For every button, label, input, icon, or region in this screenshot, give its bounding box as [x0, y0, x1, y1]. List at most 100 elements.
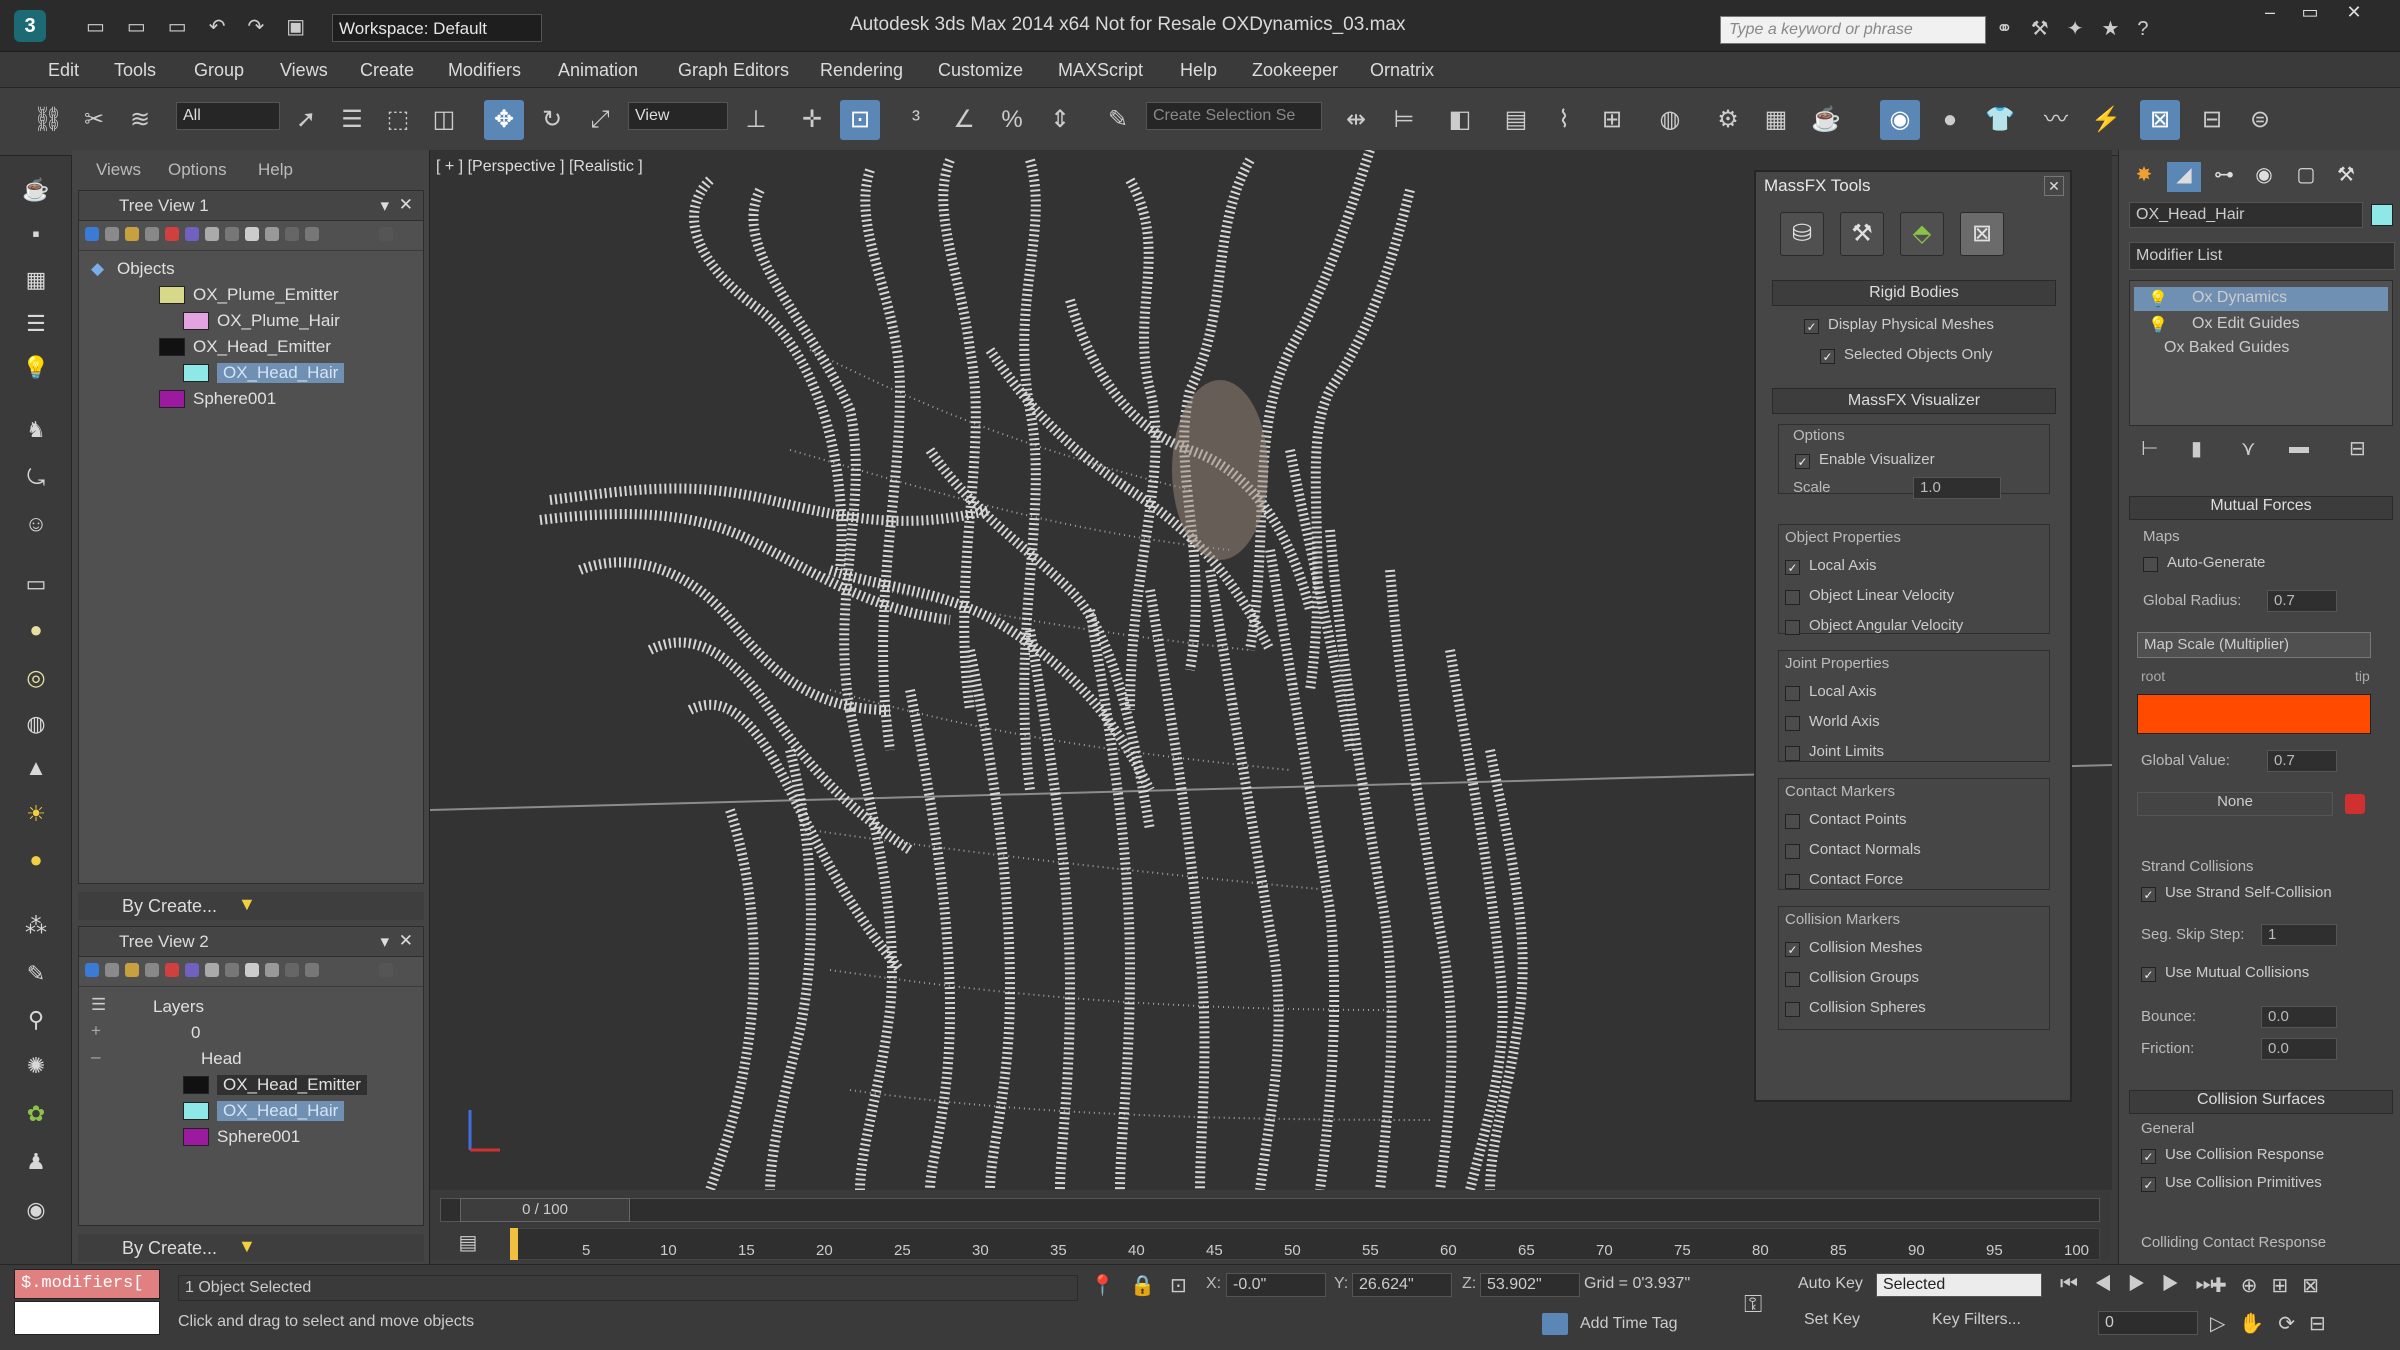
friction-spinner[interactable]: 0.0: [2261, 1038, 2337, 1060]
seg-skip-spinner[interactable]: 1: [2261, 924, 2337, 946]
add-time-tag-icon[interactable]: [1542, 1313, 1568, 1335]
tree-view-1-footer[interactable]: By Create... ▼: [78, 892, 424, 920]
menu-ornatrix[interactable]: Ornatrix: [1370, 60, 1434, 81]
filter-pin-icon[interactable]: [379, 227, 393, 241]
unlink-icon[interactable]: ✂: [74, 100, 114, 140]
close-button[interactable]: ✕: [2334, 2, 2374, 26]
window-crossing-icon[interactable]: ◫: [424, 100, 464, 140]
strip-particles-icon[interactable]: ⁂: [18, 908, 54, 944]
collision-meshes-checkbox[interactable]: ✓ Collision Meshes: [1785, 939, 1922, 961]
tree-view-1-dropdown-icon[interactable]: ▾: [380, 196, 389, 216]
use-strand-self-collision-checkbox[interactable]: ✓ Use Strand Self-Collision: [2141, 884, 2332, 906]
strip-walk-icon[interactable]: ♞: [18, 412, 54, 448]
filter2-xrefs-icon[interactable]: [225, 963, 239, 977]
create-tab-icon[interactable]: ✸: [2127, 162, 2161, 192]
menu-help[interactable]: Help: [1180, 60, 1217, 81]
menu-graph-editors[interactable]: Graph Editors: [678, 60, 789, 81]
global-value-spinner[interactable]: 0.7: [2267, 750, 2337, 772]
menu-animation[interactable]: Animation: [558, 60, 638, 81]
ornatrix-shirt-icon[interactable]: 👕: [1980, 100, 2020, 140]
remove-modifier-icon[interactable]: ▬: [2289, 436, 2309, 459]
rendered-frame-icon[interactable]: ▦: [1756, 100, 1796, 140]
strip-curve-icon[interactable]: ⤿: [18, 460, 54, 496]
filter-all-icon[interactable]: [265, 227, 279, 241]
link-icon[interactable]: ⛓: [28, 100, 68, 140]
mutual-forces-rollout[interactable]: Mutual Forces: [2129, 496, 2393, 520]
filter2-all-icon[interactable]: [265, 963, 279, 977]
object-angular-velocity-checkbox[interactable]: Object Angular Velocity: [1785, 617, 1963, 639]
world-parameters-tab-icon[interactable]: ⛁: [1780, 212, 1824, 256]
object-color-swatch[interactable]: [2371, 204, 2393, 226]
utilities-tab-icon[interactable]: ⚒: [2329, 162, 2363, 192]
collision-surfaces-rollout[interactable]: Collision Surfaces: [2129, 1090, 2393, 1114]
angle-snap-icon[interactable]: ∠: [944, 100, 984, 140]
pivot-center-icon[interactable]: ⊥: [736, 100, 776, 140]
strip-biped-icon[interactable]: ♟: [18, 1144, 54, 1180]
strip-sphere-icon[interactable]: ●: [18, 612, 54, 648]
scale-spinner[interactable]: 1.0: [1913, 477, 2001, 499]
filter-xrefs-icon[interactable]: [225, 227, 239, 241]
tree-view-1-close-icon[interactable]: ✕: [399, 195, 413, 215]
explorer-menu-options[interactable]: Options: [168, 160, 227, 180]
strip-plane-icon[interactable]: ▭: [18, 566, 54, 602]
selection-filter-dropdown[interactable]: All: [176, 102, 280, 130]
rigid-bodies-rollout[interactable]: Rigid Bodies: [1772, 280, 2056, 306]
filter-shapes-icon[interactable]: [105, 227, 119, 241]
strip-cone-icon[interactable]: ▲: [18, 750, 54, 786]
z-coordinate-field[interactable]: 53.902": [1480, 1273, 1580, 1297]
menu-customize[interactable]: Customize: [938, 60, 1023, 81]
stack-item-ox-dynamics[interactable]: 💡 Ox Dynamics: [2134, 287, 2388, 311]
strip-sun-icon[interactable]: ☀: [18, 796, 54, 832]
massfx-close-icon[interactable]: ✕: [2044, 176, 2064, 196]
selection-lock-icon[interactable]: 🔒: [1130, 1273, 1155, 1298]
filter2-groups-icon[interactable]: [205, 963, 219, 977]
display-options-tab-icon[interactable]: ⊠: [1960, 212, 2004, 256]
contact-normals-checkbox[interactable]: Contact Normals: [1785, 841, 1921, 863]
maxscript-listener[interactable]: $.modifiers[: [14, 1269, 160, 1299]
make-unique-icon[interactable]: ⋎: [2241, 436, 2256, 461]
time-slider-track[interactable]: [440, 1198, 2100, 1222]
select-by-name-icon[interactable]: ☰: [332, 100, 372, 140]
menu-modifiers[interactable]: Modifiers: [448, 60, 521, 81]
use-collision-response-checkbox[interactable]: ✓ Use Collision Response: [2141, 1146, 2324, 1168]
ox-dynamics-icon[interactable]: ⊠: [2140, 100, 2180, 140]
filter2-geometry-icon[interactable]: [85, 963, 99, 977]
filter-cameras-icon[interactable]: [145, 227, 159, 241]
filter2-pin-icon[interactable]: [379, 963, 393, 977]
filter-invert-icon[interactable]: [305, 227, 319, 241]
current-frame-marker[interactable]: [510, 1228, 518, 1260]
graphite-toolbar-icon[interactable]: ▤: [1496, 100, 1536, 140]
search-input[interactable]: Type a keyword or phrase: [1720, 16, 1986, 44]
selection-set-dropdown[interactable]: Create Selection Se: [1146, 102, 1322, 130]
strip-box-icon[interactable]: ▪: [18, 216, 54, 252]
auto-key-button[interactable]: Auto Key: [1798, 1275, 1863, 1293]
local-axis-checkbox[interactable]: ✓ Local Axis: [1785, 557, 1877, 579]
select-rotate-icon[interactable]: ↻: [532, 100, 572, 140]
contact-points-checkbox[interactable]: Contact Points: [1785, 811, 1907, 833]
show-end-result-icon[interactable]: ▮: [2191, 436, 2202, 461]
filter2-invert-icon[interactable]: [305, 963, 319, 977]
filter2-spacewarps-icon[interactable]: [185, 963, 199, 977]
percent-snap-icon[interactable]: %: [992, 100, 1032, 140]
current-frame-field[interactable]: 0: [2098, 1311, 2198, 1335]
time-slider-thumb[interactable]: 0 / 100: [460, 1198, 630, 1222]
layer-0-expand-icon[interactable]: +: [91, 1021, 101, 1041]
global-radius-spinner[interactable]: 0.7: [2267, 590, 2337, 612]
absolute-mode-icon[interactable]: ⊡: [1170, 1273, 1187, 1298]
collision-spheres-checkbox[interactable]: Collision Spheres: [1785, 999, 1926, 1021]
filter2-helpers-icon[interactable]: [165, 963, 179, 977]
stack-item-ox-edit-guides[interactable]: 💡 Ox Edit Guides: [2134, 313, 2388, 337]
filter-helpers-icon[interactable]: [165, 227, 179, 241]
select-move-icon[interactable]: ✥: [484, 100, 524, 140]
map-scale-button[interactable]: Map Scale (Multiplier): [2137, 632, 2371, 658]
world-axis-checkbox[interactable]: World Axis: [1785, 713, 1880, 735]
x-coordinate-field[interactable]: -0.0": [1226, 1273, 1326, 1297]
stack-bulb-icon-1[interactable]: 💡: [2148, 289, 2168, 309]
filter2-cameras-icon[interactable]: [145, 963, 159, 977]
object-name-field[interactable]: OX_Head_Hair: [2129, 202, 2363, 228]
strand-ramp-gradient[interactable]: [2137, 694, 2371, 734]
filter-groups-icon[interactable]: [205, 227, 219, 241]
y-coordinate-field[interactable]: 26.624": [1352, 1273, 1452, 1297]
menu-rendering[interactable]: Rendering: [820, 60, 903, 81]
motion-tab-icon[interactable]: ◉: [2247, 162, 2281, 192]
